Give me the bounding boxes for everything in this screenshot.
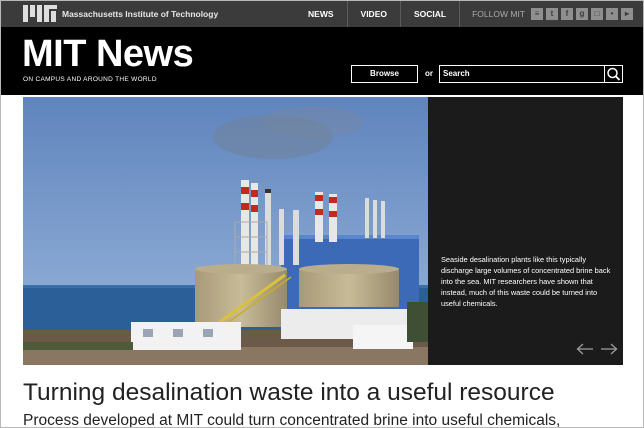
nav-link-video[interactable]: VIDEO [348, 1, 401, 27]
article-dek: Process developed at MIT could turn conc… [23, 412, 561, 428]
social-icons: ≡ t f g □ • ▸ [531, 8, 643, 20]
hero-caption: Seaside desalination plants like this ty… [441, 255, 611, 308]
follow-label: FOLLOW MIT [472, 9, 525, 19]
google-plus-icon[interactable]: g [576, 8, 588, 20]
next-arrow-icon[interactable] [600, 343, 618, 355]
youtube-icon[interactable]: ▸ [621, 8, 633, 20]
nav-link-news[interactable]: NEWS [295, 1, 348, 27]
or-label: or [425, 69, 433, 78]
page-frame: Massachusetts Institute of Technology NE… [0, 0, 644, 428]
rss-icon[interactable]: ≡ [531, 8, 543, 20]
search-input[interactable]: Search [439, 65, 605, 83]
top-navigation: NEWS VIDEO SOCIAL FOLLOW MIT ≡ t f g □ •… [295, 1, 643, 27]
site-tagline: ON CAMPUS AND AROUND THE WORLD [23, 76, 157, 83]
twitter-icon[interactable]: t [546, 8, 558, 20]
facebook-icon[interactable]: f [561, 8, 573, 20]
hero-image[interactable] [23, 97, 428, 365]
utility-bar: Massachusetts Institute of Technology NE… [1, 1, 643, 27]
nav-link-social[interactable]: SOCIAL [401, 1, 461, 27]
mit-logo[interactable] [23, 5, 57, 22]
browse-button[interactable]: Browse [351, 65, 418, 83]
search-icon [607, 67, 621, 81]
flickr-icon[interactable]: • [606, 8, 618, 20]
article-headline[interactable]: Turning desalination waste into a useful… [23, 379, 555, 407]
search-button[interactable] [604, 65, 623, 83]
site-header: MIT News ON CAMPUS AND AROUND THE WORLD … [1, 27, 643, 95]
site-title[interactable]: MIT News [22, 33, 194, 76]
institute-name[interactable]: Massachusetts Institute of Technology [62, 9, 218, 19]
caption-panel: Seaside desalination plants like this ty… [428, 97, 623, 365]
previous-arrow-icon[interactable] [576, 343, 594, 355]
instagram-icon[interactable]: □ [591, 8, 603, 20]
